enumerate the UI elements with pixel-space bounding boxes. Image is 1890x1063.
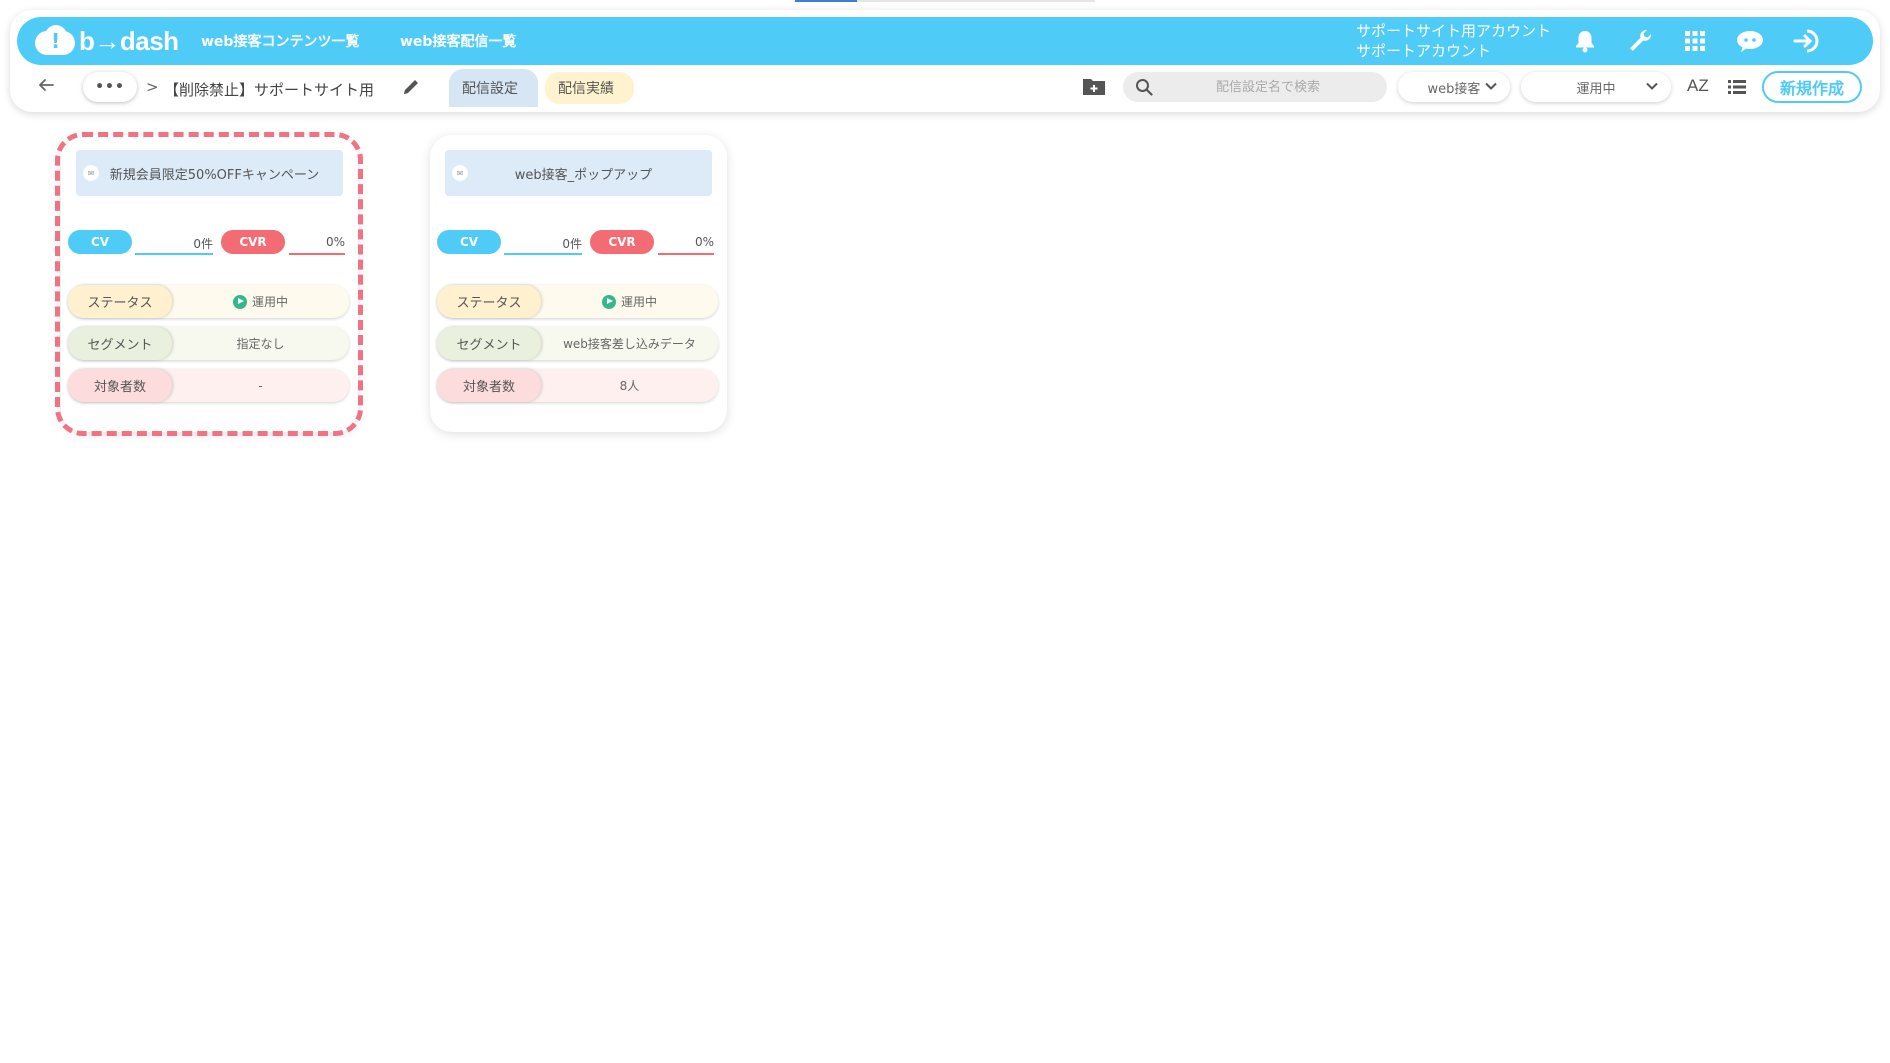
channel-select-value: web接客 — [1427, 81, 1481, 97]
status-select[interactable]: 運用中 — [1521, 72, 1671, 102]
wrench-icon[interactable] — [1625, 26, 1655, 56]
nav-web-delivery[interactable]: web接客配信一覧 — [400, 31, 516, 51]
cvr-value: 0% — [658, 231, 714, 255]
search-icon — [1135, 78, 1153, 96]
browser-tab-indicator — [795, 0, 1095, 2]
active-tab-indicator — [795, 0, 857, 2]
channel-select[interactable]: web接客 — [1398, 72, 1510, 102]
search-input[interactable] — [1163, 72, 1373, 102]
nav-web-contents[interactable]: web接客コンテンツ一覧 — [201, 31, 359, 51]
folder-add-icon[interactable] — [1082, 76, 1108, 98]
chevron-down-icon — [1645, 79, 1659, 93]
highlight-dashed-frame — [55, 132, 363, 436]
back-arrow-icon[interactable] — [38, 76, 54, 97]
breadcrumb-title: 【削除禁止】サポートサイト用 — [164, 81, 375, 99]
status-select-value: 運用中 — [1576, 81, 1616, 97]
target-value: 8人 — [619, 379, 640, 393]
cloud-logo-icon: ! — [35, 25, 75, 57]
pencil-icon[interactable] — [401, 77, 423, 99]
delivery-card[interactable]: ✉ web接客_ポップアップ CV 0件 CVR 0% ステータス 運用中 セグ… — [430, 135, 727, 432]
tab-delivery-results[interactable]: 配信実績 — [545, 72, 634, 104]
target-label: 対象者数 — [437, 369, 541, 402]
status-value: 運用中 — [541, 285, 718, 318]
new-create-button[interactable]: 新規作成 — [1762, 71, 1862, 103]
segment-row: セグメント web接客差し込みデータ — [437, 327, 718, 360]
cv-badge: CV — [437, 230, 501, 254]
tab-delivery-settings[interactable]: 配信設定 — [449, 69, 538, 107]
segment-value: web接客差し込みデータ — [563, 337, 696, 351]
segment-label: セグメント — [437, 327, 541, 360]
status-label: ステータス — [437, 285, 541, 318]
sort-az-icon[interactable]: AZ — [1687, 76, 1709, 96]
grid-apps-icon[interactable] — [1680, 26, 1710, 56]
support-chat-icon[interactable] — [1735, 26, 1765, 56]
breadcrumb-separator: > — [146, 78, 159, 96]
card-title-bar: ✉ web接客_ポップアップ — [445, 150, 712, 196]
account-info[interactable]: サポートサイト用アカウント サポートアカウント — [1356, 21, 1551, 61]
logo[interactable]: ! b→dash — [35, 21, 179, 61]
header-bar: ! b→dash web接客コンテンツ一覧 web接客配信一覧 サポートサイト用… — [17, 17, 1873, 65]
breadcrumb-more-button[interactable]: ••• — [83, 72, 137, 102]
toolbar: ••• > 【削除禁止】サポートサイト用 配信設定 配信実績 web接客 運用中… — [0, 66, 1890, 110]
card-title: web接客_ポップアップ — [514, 167, 653, 183]
play-icon — [601, 294, 616, 309]
target-row: 対象者数 8人 — [437, 369, 718, 402]
account-name: サポートサイト用アカウント — [1356, 22, 1552, 40]
search-box — [1123, 72, 1387, 102]
account-user: サポートアカウント — [1356, 42, 1492, 60]
list-view-icon[interactable] — [1728, 79, 1746, 95]
logo-text: b→dash — [79, 25, 179, 56]
cvr-badge: CVR — [590, 230, 654, 254]
bell-icon[interactable] — [1570, 26, 1600, 56]
chevron-down-icon — [1484, 79, 1498, 93]
status-row: ステータス 運用中 — [437, 285, 718, 318]
cv-value: 0件 — [504, 231, 582, 255]
logout-icon[interactable] — [1793, 26, 1823, 56]
